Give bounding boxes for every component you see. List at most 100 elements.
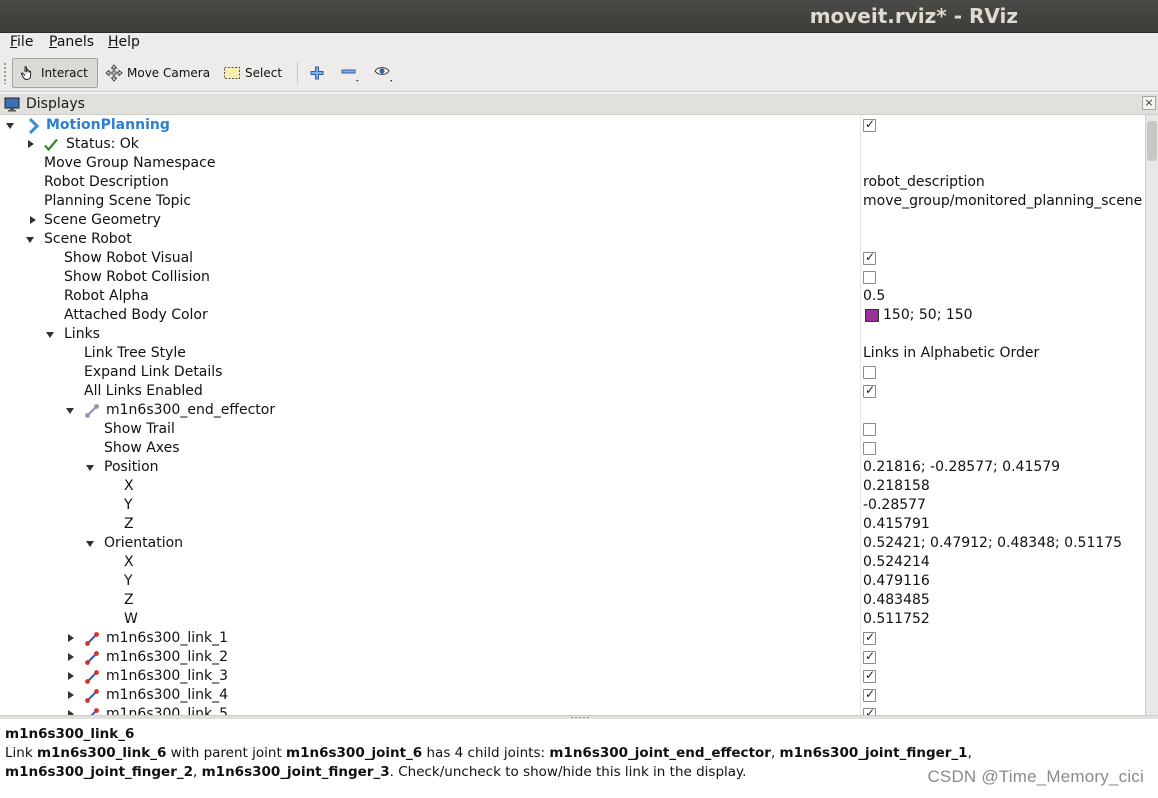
end-effector-label: m1n6s300_end_effector [106,402,276,418]
tree-row-link-2[interactable]: m1n6s300_link_2 [0,648,1145,667]
menu-file-label: ile [17,34,34,50]
tree-row-scene-geometry[interactable]: Scene Geometry [0,211,1145,230]
tree-row-orientation-w[interactable]: W 0.511752 [0,610,1145,629]
toolbar-grip[interactable] [3,62,7,84]
expand-arrow-icon[interactable] [68,691,74,699]
menu-file[interactable]: File [10,34,33,50]
planning-scene-topic-value[interactable]: move_group/monitored_planning_scene [863,193,1142,209]
tree-row-link-tree-style[interactable]: Link Tree Style Links in Alphabetic Orde… [0,344,1145,363]
collapse-arrow-icon[interactable] [46,332,54,338]
expand-arrow-icon[interactable] [28,140,34,148]
tree-row-expand-link-details[interactable]: Expand Link Details [0,363,1145,382]
expand-arrow-icon[interactable] [68,634,74,642]
robot-description-value[interactable]: robot_description [863,174,985,190]
tree-row-position[interactable]: Position 0.21816; -0.28577; 0.41579 [0,458,1145,477]
tree-row-robot-alpha[interactable]: Robot Alpha 0.5 [0,287,1145,306]
tree-row-show-trail[interactable]: Show Trail [0,420,1145,439]
collapse-arrow-icon[interactable] [86,465,94,471]
tree-row-show-robot-visual[interactable]: Show Robot Visual [0,249,1145,268]
show-trail-label: Show Trail [104,421,175,437]
tree-row-end-effector[interactable]: m1n6s300_end_effector [0,401,1145,420]
interact-button[interactable]: Interact [12,58,98,88]
expand-arrow-icon[interactable] [68,653,74,661]
collapse-arrow-icon[interactable] [86,541,94,547]
orientation-x-value: 0.524214 [863,554,930,570]
link-3-checkbox[interactable] [863,668,876,683]
desc-child-2: m1n6s300_joint_finger_1 [779,745,968,761]
select-button[interactable]: Select [216,58,289,88]
tree-row-links[interactable]: Links [0,325,1145,344]
displays-panel-header: Displays × [0,94,1158,115]
robot-description-label: Robot Description [44,174,169,190]
tree-row-orientation-z[interactable]: Z 0.483485 [0,591,1145,610]
link-1-label: m1n6s300_link_1 [106,630,229,646]
scrollbar-thumb[interactable] [1147,121,1157,161]
collapse-arrow-icon[interactable] [6,123,14,129]
menu-help[interactable]: Help [108,34,140,50]
tool-visibility-button[interactable] [373,62,395,84]
title-bar: moveit.rviz* - RViz [0,0,1158,33]
show-robot-collision-checkbox[interactable] [863,271,876,284]
link-icon [85,404,99,418]
watermark: CSDN @Time_Memory_cici [927,767,1144,786]
tree-row-attached-body-color[interactable]: Attached Body Color 150; 50; 150 [0,306,1145,325]
tree-row-position-x[interactable]: X 0.218158 [0,477,1145,496]
tree-row-link-5[interactable]: m1n6s300_link_5 [0,705,1145,715]
show-robot-visual-checkbox[interactable] [863,250,876,265]
tree-row-orientation-y[interactable]: Y 0.479116 [0,572,1145,591]
link-2-checkbox[interactable] [863,649,876,664]
tree-row-robot-description[interactable]: Robot Description robot_description [0,173,1145,192]
color-swatch[interactable] [865,309,879,322]
close-panel-button[interactable]: × [1142,96,1156,110]
description-title: m1n6s300_link_6 [5,726,135,742]
tree-row-move-group-namespace[interactable]: Move Group Namespace [0,154,1145,173]
desc-text-2: with parent joint [166,745,287,761]
show-trail-checkbox[interactable] [863,423,876,436]
attached-body-color-value[interactable]: 150; 50; 150 [883,307,973,323]
show-axes-checkbox[interactable] [863,442,876,455]
tree-row-scene-robot[interactable]: Scene Robot [0,230,1145,249]
tree-row-position-z[interactable]: Z 0.415791 [0,515,1145,534]
link-4-checkbox[interactable] [863,687,876,702]
menu-panels[interactable]: Panels [49,34,94,50]
move-camera-label: Move Camera [127,66,211,80]
tree-row-status[interactable]: Status: Ok [0,135,1145,154]
tree-row-show-robot-collision[interactable]: Show Robot Collision [0,268,1145,287]
motion-planning-checkbox[interactable] [863,117,876,132]
link-icon [85,670,99,684]
menu-file-mnemonic: F [10,34,18,50]
tree-row-link-1[interactable]: m1n6s300_link_1 [0,629,1145,648]
toolbar-separator [297,62,298,84]
tree-scrollbar[interactable] [1145,115,1158,715]
tree-row-planning-scene-topic[interactable]: Planning Scene Topic move_group/monitore… [0,192,1145,211]
move-camera-button[interactable]: Move Camera [98,58,217,88]
tree-row-motion-planning[interactable]: MotionPlanning [0,116,1145,135]
link-icon [85,632,99,646]
orientation-w-label: W [124,611,138,627]
collapse-arrow-icon[interactable] [26,237,34,243]
expand-link-details-checkbox[interactable] [863,366,876,379]
tree-row-show-axes[interactable]: Show Axes [0,439,1145,458]
tree-row-position-y[interactable]: Y -0.28577 [0,496,1145,515]
show-robot-collision-label: Show Robot Collision [64,269,210,285]
link-1-checkbox[interactable] [863,630,876,645]
all-links-enabled-checkbox[interactable] [863,383,876,398]
expand-arrow-icon[interactable] [68,672,74,680]
collapse-arrow-icon[interactable] [66,408,74,414]
expand-arrow-icon[interactable] [30,216,36,224]
robot-alpha-value[interactable]: 0.5 [863,288,885,304]
link-tree-style-value[interactable]: Links in Alphabetic Order [863,345,1039,361]
tree-row-orientation-x[interactable]: X 0.524214 [0,553,1145,572]
remove-tool-button[interactable] [339,62,361,84]
tree-row-orientation[interactable]: Orientation 0.52421; 0.47912; 0.48348; 0… [0,534,1145,553]
link-tree-style-label: Link Tree Style [84,345,186,361]
all-links-enabled-label: All Links Enabled [84,383,203,399]
move-group-namespace-label: Move Group Namespace [44,155,216,171]
tree-row-link-3[interactable]: m1n6s300_link_3 [0,667,1145,686]
add-tool-button[interactable] [306,62,328,84]
checkmark-icon [44,138,58,152]
tree-row-link-4[interactable]: m1n6s300_link_4 [0,686,1145,705]
link-5-checkbox[interactable] [863,706,876,715]
position-value: 0.21816; -0.28577; 0.41579 [863,459,1061,475]
tree-row-all-links-enabled[interactable]: All Links Enabled [0,382,1145,401]
